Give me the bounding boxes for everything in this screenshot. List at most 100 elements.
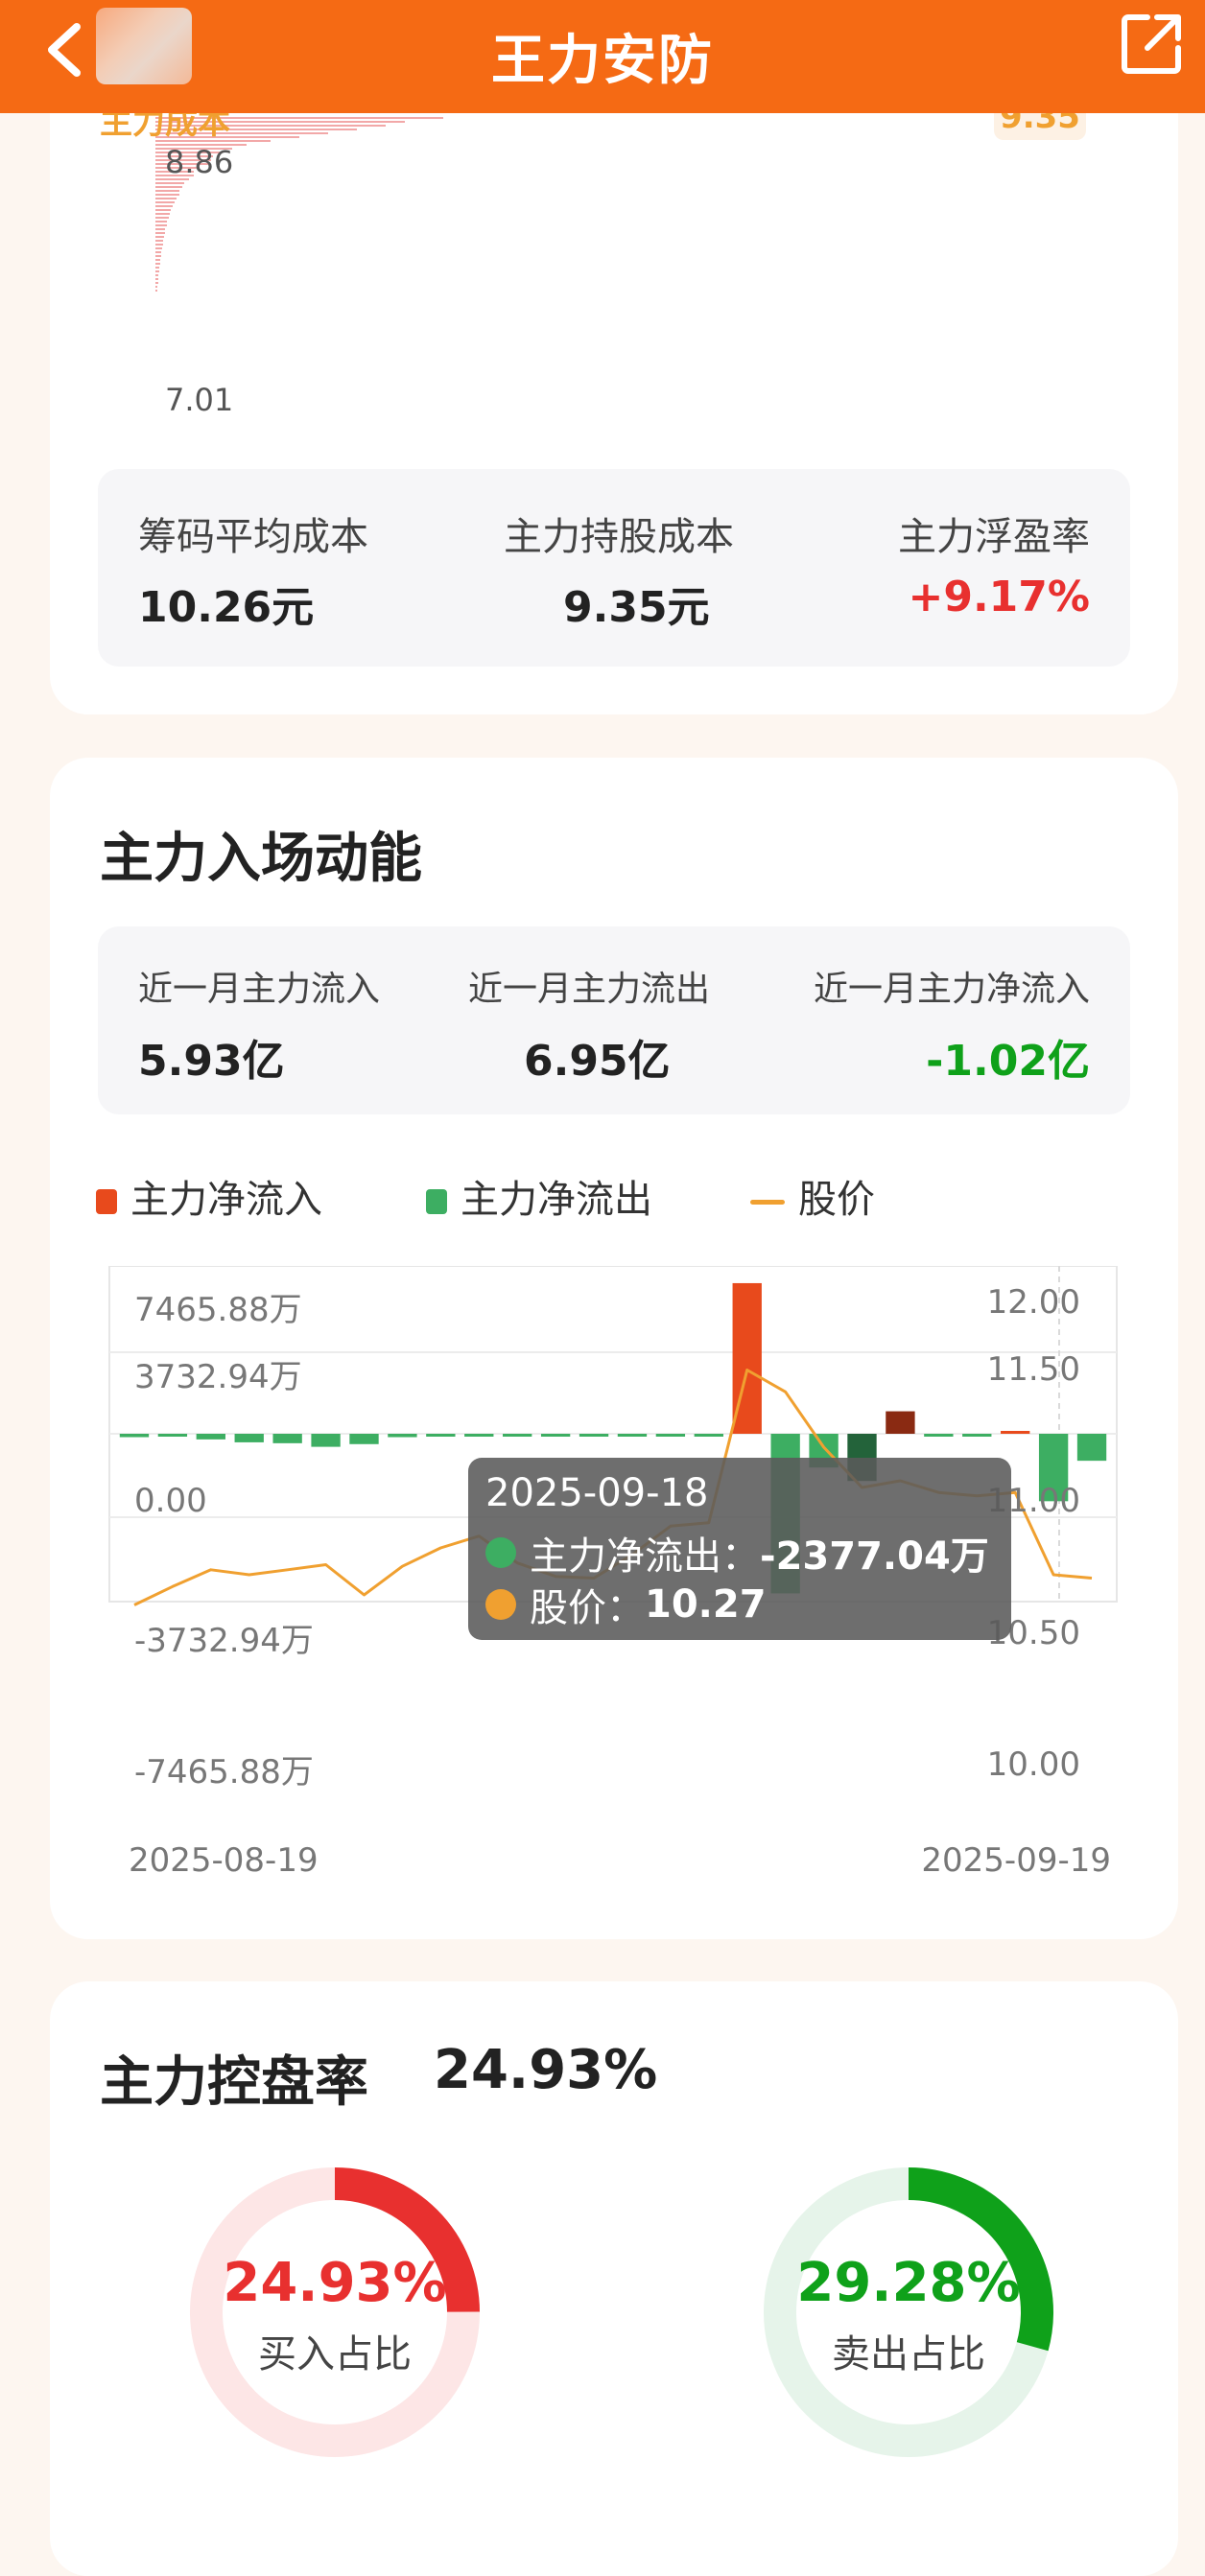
net-outflow-bar[interactable] bbox=[272, 1434, 302, 1443]
chip-bar bbox=[155, 194, 179, 196]
buy-ratio-value: 24.93% bbox=[223, 2252, 447, 2314]
chip-bar bbox=[155, 263, 160, 265]
legend-price[interactable]: 股价 bbox=[750, 1168, 875, 1224]
avg-cost-stat: 筹码平均成本 10.26元 bbox=[138, 469, 455, 667]
month-outflow-stat: 近一月主力流出 6.95亿 bbox=[468, 926, 785, 1114]
net-outflow-bar[interactable] bbox=[694, 1434, 723, 1437]
tooltip-price-row: 股价：10.27 bbox=[485, 1577, 767, 1632]
legend-label: 主力净流入 bbox=[130, 1178, 322, 1222]
net-outflow-bar[interactable] bbox=[540, 1434, 571, 1437]
right-tick: 12.00 bbox=[986, 1283, 1080, 1322]
chip-bar bbox=[155, 255, 161, 257]
chip-bar bbox=[155, 186, 182, 188]
net-outflow-bar[interactable] bbox=[503, 1434, 532, 1437]
month-inflow-stat: 近一月主力流入 5.93亿 bbox=[138, 926, 455, 1114]
tooltip-price-label: 股价： bbox=[530, 1586, 645, 1630]
buy-ratio-label: 买入占比 bbox=[258, 2332, 412, 2377]
net-inflow-bar[interactable] bbox=[886, 1411, 915, 1434]
control-rate-value: 24.93% bbox=[434, 2039, 658, 2101]
sell-ratio-donut: 29.28% 卖出占比 bbox=[760, 2164, 1057, 2461]
chip-bar bbox=[155, 213, 170, 215]
stat-label: 主力浮盈率 bbox=[898, 515, 1090, 559]
chip-bar bbox=[155, 282, 158, 284]
chip-bar bbox=[155, 221, 167, 222]
chip-bar bbox=[155, 240, 163, 242]
net-inflow-bar[interactable] bbox=[1001, 1431, 1030, 1434]
stat-value: 9.35元 bbox=[563, 583, 710, 632]
stat-value: 5.93亿 bbox=[138, 1037, 285, 1086]
tooltip-flow-label: 主力净流出： bbox=[530, 1534, 760, 1579]
net-outflow-bar[interactable] bbox=[1076, 1434, 1107, 1462]
net-outflow-bar[interactable] bbox=[924, 1434, 954, 1437]
month-net-inflow-stat: 近一月主力净流入 -1.02亿 bbox=[773, 926, 1090, 1114]
net-outflow-bar[interactable] bbox=[426, 1434, 456, 1437]
right-tick: 10.00 bbox=[986, 1745, 1080, 1784]
x-start-label: 2025-08-19 bbox=[129, 1841, 319, 1880]
main-force-control-card: 主力控盘率 24.93% 24.93% 买入占比 29.28% 卖出占比 bbox=[50, 1981, 1178, 2576]
legend-net-outflow[interactable]: 主力净流出 bbox=[426, 1168, 652, 1224]
sell-ratio-value: 29.28% bbox=[796, 2252, 1021, 2314]
left-tick: 0.00 bbox=[134, 1482, 207, 1520]
price-label-top: 8.86 bbox=[165, 144, 234, 180]
net-outflow-bar[interactable] bbox=[579, 1434, 609, 1437]
stat-label: 近一月主力流入 bbox=[138, 970, 381, 1009]
legend-label: 股价 bbox=[798, 1178, 875, 1222]
tooltip-orange-dot bbox=[485, 1589, 516, 1620]
stat-label: 近一月主力流出 bbox=[468, 970, 711, 1009]
net-outflow-bar[interactable] bbox=[349, 1434, 379, 1444]
stat-value: -1.02亿 bbox=[926, 1037, 1090, 1086]
legend-swatch-net-outflow bbox=[426, 1189, 447, 1214]
chip-bar bbox=[155, 259, 160, 261]
net-outflow-bar[interactable] bbox=[311, 1434, 341, 1447]
chip-bar bbox=[155, 270, 159, 272]
tooltip-flow-row: 主力净流出：-2377.04万 bbox=[485, 1525, 989, 1581]
stat-value: +9.17% bbox=[908, 573, 1090, 621]
chip-distribution-card: 主力成本 9.35 8.86 7.01 筹码平均成本 10.26元 主力持股成本… bbox=[50, 38, 1178, 714]
tooltip-flow-value: -2377.04万 bbox=[760, 1534, 989, 1579]
stat-label: 筹码平均成本 bbox=[138, 515, 368, 559]
net-outflow-bar[interactable] bbox=[388, 1434, 417, 1438]
chart-tooltip: 2025-09-18 主力净流出：-2377.04万 股价：10.27 bbox=[468, 1458, 1011, 1640]
stat-label: 近一月主力净流入 bbox=[813, 970, 1090, 1009]
chip-bar bbox=[155, 209, 171, 211]
stat-value: 6.95亿 bbox=[524, 1037, 671, 1086]
chip-bar bbox=[155, 232, 165, 234]
net-outflow-bar[interactable] bbox=[234, 1434, 264, 1442]
legend-net-inflow[interactable]: 主力净流入 bbox=[96, 1168, 322, 1224]
chip-bar bbox=[155, 224, 167, 226]
net-outflow-bar[interactable] bbox=[119, 1434, 150, 1438]
main-force-momentum-card: 主力入场动能 近一月主力流入 5.93亿 近一月主力流出 6.95亿 近一月主力… bbox=[50, 758, 1178, 1939]
tooltip-date: 2025-09-18 bbox=[485, 1471, 709, 1515]
chip-bar bbox=[155, 198, 177, 199]
chip-bar bbox=[155, 251, 161, 253]
left-tick: -3732.94万 bbox=[134, 1622, 314, 1660]
net-outflow-bar[interactable] bbox=[617, 1434, 648, 1437]
section-title: 主力控盘率 bbox=[100, 2051, 368, 2114]
left-tick: -7465.88万 bbox=[134, 1753, 314, 1791]
chip-bar bbox=[155, 247, 162, 249]
tooltip-price-value: 10.27 bbox=[645, 1582, 767, 1627]
chip-bar bbox=[155, 205, 173, 207]
page-title: 王力安防 bbox=[491, 30, 714, 92]
net-outflow-bar[interactable] bbox=[962, 1434, 992, 1437]
chip-bar bbox=[155, 217, 169, 219]
chip-bar bbox=[155, 182, 184, 184]
flow-stats-panel: 近一月主力流入 5.93亿 近一月主力流出 6.95亿 近一月主力净流入 -1.… bbox=[98, 926, 1130, 1114]
legend-swatch-price bbox=[750, 1199, 785, 1205]
buy-ratio-donut: 24.93% 买入占比 bbox=[186, 2164, 484, 2461]
net-outflow-bar[interactable] bbox=[196, 1434, 225, 1440]
chip-bar bbox=[155, 267, 159, 269]
sell-ratio-label: 卖出占比 bbox=[832, 2332, 985, 2377]
x-end-label: 2025-09-19 bbox=[921, 1841, 1111, 1880]
net-outflow-bar[interactable] bbox=[655, 1434, 686, 1437]
net-outflow-bar[interactable] bbox=[464, 1434, 494, 1437]
chip-bar bbox=[155, 228, 165, 230]
section-title: 主力入场动能 bbox=[100, 828, 422, 890]
stat-label: 主力持股成本 bbox=[504, 515, 734, 559]
legend-label: 主力净流出 bbox=[461, 1178, 652, 1222]
tooltip-green-dot bbox=[485, 1537, 516, 1568]
legend-swatch-net-inflow bbox=[96, 1189, 117, 1214]
net-outflow-bar[interactable] bbox=[157, 1434, 188, 1437]
stat-value: 10.26元 bbox=[138, 583, 315, 632]
share-icon[interactable] bbox=[1119, 10, 1186, 77]
